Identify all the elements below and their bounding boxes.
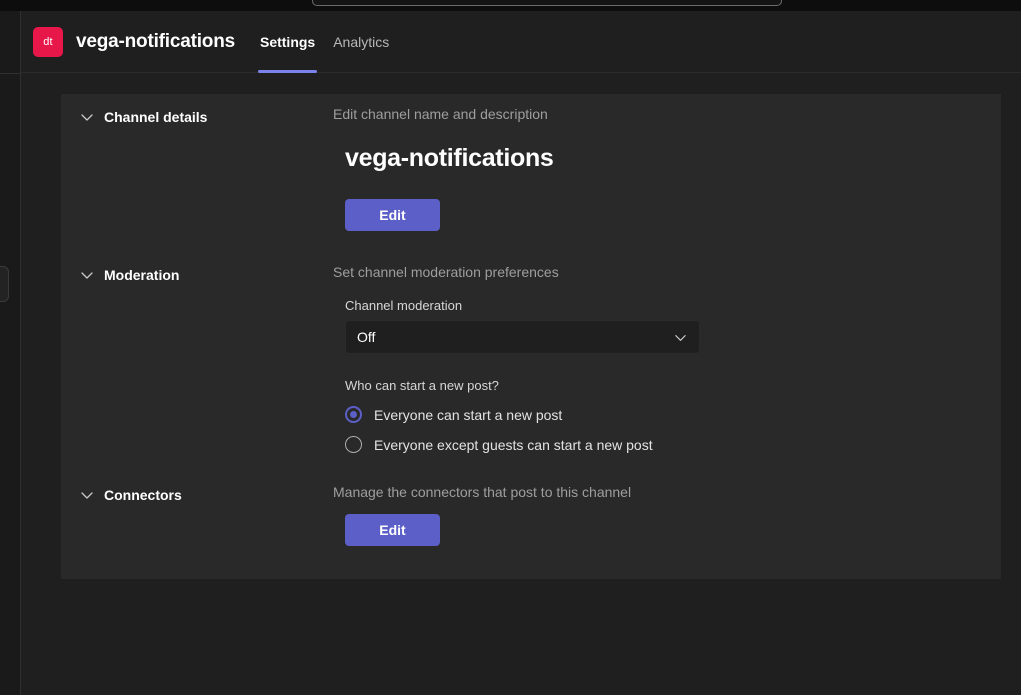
section-channel-details-description: Edit channel name and description	[333, 106, 548, 122]
tab-settings[interactable]: Settings	[251, 11, 324, 73]
tab-analytics[interactable]: Analytics	[324, 11, 398, 73]
chevron-down-icon	[675, 334, 686, 341]
channel-moderation-select[interactable]: Off	[345, 320, 700, 354]
chevron-down-icon	[81, 114, 93, 121]
settings-body: Channel details Edit channel name and de…	[21, 73, 1021, 695]
tab-analytics-label: Analytics	[333, 33, 390, 50]
section-moderation-header[interactable]: Moderation	[61, 264, 333, 286]
radio-everyone-can-post-label: Everyone can start a new post	[374, 406, 563, 423]
tab-settings-label: Settings	[259, 33, 316, 50]
radio-everyone-except-guests[interactable]: Everyone except guests can start a new p…	[345, 436, 981, 453]
global-search-input[interactable]	[312, 0, 782, 6]
edit-channel-details-button[interactable]: Edit	[345, 199, 440, 231]
section-channel-details-title: Channel details	[104, 109, 208, 125]
channel-moderation-label: Channel moderation	[345, 298, 463, 313]
section-channel-details-content: Edit channel name and description vega-n…	[333, 106, 1001, 231]
panel-resize-handle[interactable]	[0, 266, 9, 302]
channel-name-value: vega-notifications	[345, 144, 554, 172]
chevron-down-icon	[81, 492, 93, 499]
settings-card: Channel details Edit channel name and de…	[61, 94, 1001, 579]
section-moderation-title: Moderation	[104, 267, 180, 283]
left-app-rail	[0, 11, 21, 695]
channel-moderation-selected-value: Off	[357, 329, 376, 345]
radio-everyone-except-guests-label: Everyone except guests can start a new p…	[374, 436, 653, 453]
edit-connectors-button[interactable]: Edit	[345, 514, 440, 546]
rail-divider	[0, 73, 21, 74]
channel-details-body: vega-notifications Edit	[333, 122, 981, 231]
section-moderation-content: Set channel moderation preferences Chann…	[333, 264, 1001, 453]
radio-selected-icon	[345, 406, 362, 423]
radio-unselected-icon	[345, 436, 362, 453]
page-title: vega-notifications	[76, 30, 235, 52]
section-connectors: Connectors Manage the connectors that po…	[61, 474, 1001, 569]
section-channel-details: Channel details Edit channel name and de…	[61, 94, 1001, 256]
channel-header: dt vega-notifications Settings Analytics	[21, 11, 1021, 73]
section-connectors-title: Connectors	[104, 487, 182, 503]
who-can-post-label: Who can start a new post?	[345, 378, 499, 393]
section-connectors-content: Manage the connectors that post to this …	[333, 484, 1001, 546]
title-bar-strip	[0, 0, 1021, 11]
moderation-body: Channel moderation Off Who can start a n…	[333, 280, 981, 453]
section-moderation-description: Set channel moderation preferences	[333, 264, 559, 280]
section-connectors-header[interactable]: Connectors	[61, 484, 333, 506]
connectors-body: Edit	[333, 500, 981, 546]
section-connectors-description: Manage the connectors that post to this …	[333, 484, 632, 500]
section-channel-details-header[interactable]: Channel details	[61, 106, 333, 128]
radio-everyone-can-post[interactable]: Everyone can start a new post	[345, 406, 981, 423]
avatar: dt	[33, 26, 63, 57]
section-moderation: Moderation Set channel moderation prefer…	[61, 256, 1001, 474]
teams-channel-settings-window: dt vega-notifications Settings Analytics…	[0, 0, 1021, 695]
chevron-down-icon	[81, 272, 93, 279]
tab-bar: Settings Analytics	[251, 11, 398, 73]
